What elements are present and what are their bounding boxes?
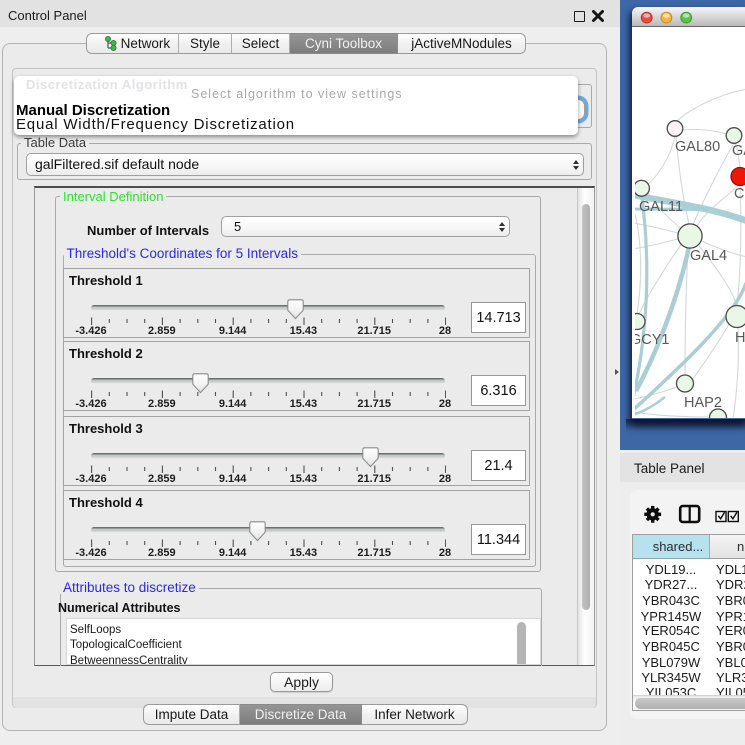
svg-text:GAL11: GAL11	[639, 199, 683, 215]
svg-text:GA: GA	[732, 143, 745, 159]
svg-text:CR: CR	[734, 186, 745, 202]
svg-text:GAL4: GAL4	[690, 248, 727, 264]
svg-text:GAL80: GAL80	[675, 139, 720, 155]
svg-text:GCY1: GCY1	[635, 332, 670, 348]
svg-text:HAP2: HAP2	[684, 395, 722, 411]
svg-text:H: H	[735, 330, 745, 346]
